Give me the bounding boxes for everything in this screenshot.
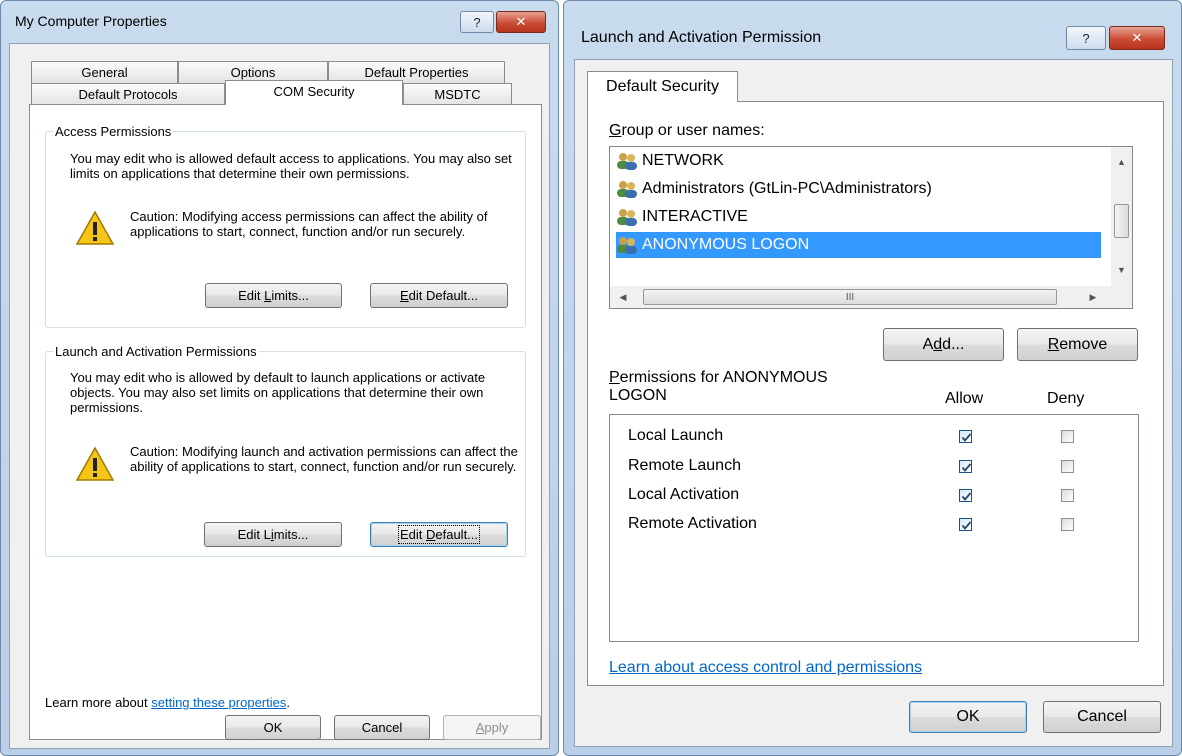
scroll-right-arrow-icon[interactable]: ▶ (1086, 290, 1100, 304)
tab-default-security[interactable]: Default Security (587, 71, 738, 102)
launch-activation-group: Launch and Activation Permissions You ma… (45, 344, 526, 557)
ok-button[interactable]: OK (909, 701, 1027, 733)
warning-icon (75, 446, 115, 481)
list-item-network[interactable]: NETWORK (616, 148, 724, 174)
scroll-corner (1111, 286, 1132, 308)
deny-checkbox[interactable] (1061, 489, 1074, 502)
access-control-link[interactable]: Learn about access control and permissio… (609, 659, 922, 677)
window-title: My Computer Properties (15, 13, 167, 29)
deny-checkbox[interactable] (1061, 518, 1074, 531)
launch-activation-label: Launch and Activation Permissions (53, 344, 259, 359)
hscroll-thumb[interactable]: III (643, 289, 1057, 305)
my-computer-properties-window: My Computer Properties ? ✕ General Optio… (0, 0, 559, 756)
permission-row-remote-launch: Remote Launch (628, 457, 741, 474)
user-group-icon (617, 153, 637, 170)
scroll-up-arrow-icon[interactable]: ▲ (1111, 155, 1132, 169)
allow-column-header: Allow (945, 390, 984, 407)
list-item-anonymous-logon[interactable]: ANONYMOUS LOGON (616, 232, 1101, 258)
dialog-client-area: Default Security Group or user names: NE… (574, 59, 1173, 747)
window-title: Launch and Activation Permission (581, 29, 822, 46)
cancel-button[interactable]: Cancel (1043, 701, 1161, 733)
help-button[interactable]: ? (1066, 26, 1106, 50)
com-security-page: Access Permissions You may edit who is a… (29, 104, 542, 740)
access-edit-default-button[interactable]: Edit Default... (370, 283, 508, 308)
permission-row-remote-activation: Remote Activation (628, 515, 757, 532)
deny-checkbox[interactable] (1061, 430, 1074, 443)
warning-icon (75, 210, 115, 245)
tab-default-protocols[interactable]: Default Protocols (31, 83, 225, 105)
allow-checkbox[interactable] (959, 489, 972, 502)
dialog-client-area: General Options Default Properties Defau… (9, 43, 550, 749)
default-security-page: Group or user names: NETWORK Administrat… (587, 101, 1164, 686)
cancel-button[interactable]: Cancel (334, 715, 430, 740)
launch-edit-limits-button[interactable]: Edit Limits... (204, 522, 342, 547)
launch-description: You may edit who is allowed by default t… (70, 370, 486, 415)
access-permissions-label: Access Permissions (53, 124, 174, 139)
ok-button[interactable]: OK (225, 715, 321, 740)
group-names-label: Group or user names: (609, 122, 765, 139)
scroll-thumb[interactable] (1114, 204, 1129, 238)
list-item-administrators[interactable]: Administrators (GtLin-PC\Administrators) (616, 176, 932, 202)
deny-checkbox[interactable] (1061, 460, 1074, 473)
launch-caution-text: Caution: Modifying launch and activation… (130, 444, 518, 474)
vertical-scrollbar[interactable]: ▲ ▼ (1111, 147, 1132, 286)
scroll-down-arrow-icon[interactable]: ▼ (1111, 263, 1132, 277)
scroll-left-arrow-icon[interactable]: ◀ (616, 290, 630, 304)
allow-checkbox[interactable] (959, 430, 972, 443)
tab-com-security[interactable]: COM Security (225, 80, 403, 105)
tab-general[interactable]: General (31, 61, 178, 83)
setting-properties-link[interactable]: setting these properties (151, 695, 286, 710)
permission-row-local-launch: Local Launch (628, 427, 724, 444)
add-button[interactable]: Add... (883, 328, 1004, 361)
launch-edit-default-button[interactable]: Edit Default... (370, 522, 508, 547)
deny-column-header: Deny (1047, 390, 1085, 407)
launch-activation-permission-window: Launch and Activation Permission ? ✕ Def… (563, 0, 1182, 756)
apply-button: Apply (443, 715, 541, 740)
access-caution-text: Caution: Modifying access permissions ca… (130, 209, 488, 239)
user-list: NETWORK Administrators (GtLin-PC\Adminis… (609, 146, 1133, 309)
user-group-icon (617, 237, 637, 254)
user-group-icon (617, 181, 637, 198)
help-button[interactable]: ? (460, 11, 494, 33)
permission-row-local-activation: Local Activation (628, 486, 740, 503)
access-description: You may edit who is allowed default acce… (70, 151, 512, 181)
allow-checkbox[interactable] (959, 460, 972, 473)
user-group-icon (617, 209, 637, 226)
close-button[interactable]: ✕ (1109, 26, 1165, 50)
learn-more-text: Learn more about setting these propertie… (45, 695, 290, 710)
remove-button[interactable]: Remove (1017, 328, 1138, 361)
allow-checkbox[interactable] (959, 518, 972, 531)
permissions-for-label: Permissions for ANONYMOUS LOGON (609, 369, 828, 404)
access-edit-limits-button[interactable]: Edit Limits... (205, 283, 342, 308)
permissions-list: Local Launch Remote Launch Local Activat… (609, 414, 1139, 642)
access-permissions-group: Access Permissions You may edit who is a… (45, 124, 526, 328)
horizontal-scrollbar[interactable]: ◀ III ▶ (610, 286, 1111, 308)
tab-msdtc[interactable]: MSDTC (403, 83, 512, 105)
close-button[interactable]: ✕ (496, 11, 546, 33)
list-item-interactive[interactable]: INTERACTIVE (616, 204, 748, 230)
